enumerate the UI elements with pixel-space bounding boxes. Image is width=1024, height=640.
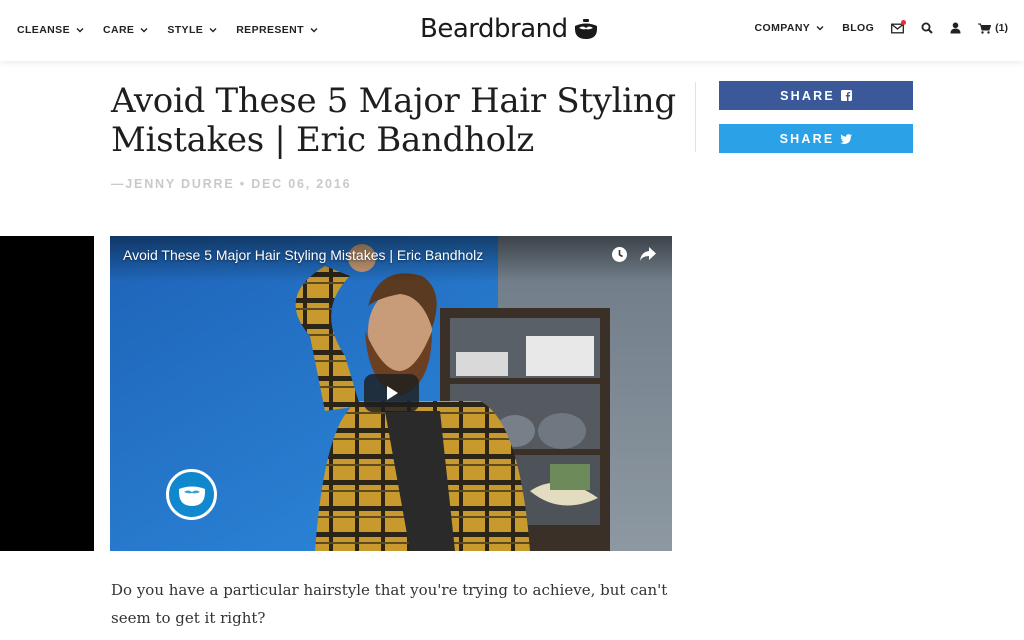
nav-blog-label: BLOG (842, 22, 875, 34)
nav-style-label: STYLE (167, 24, 204, 36)
share-twitter-label: SHARE (779, 131, 835, 146)
brand-badge-icon (166, 469, 217, 520)
search-icon[interactable] (921, 22, 933, 34)
user-icon[interactable] (950, 22, 961, 34)
nav-care[interactable]: CARE (103, 24, 149, 36)
video-player[interactable]: Avoid These 5 Major Hair Styling Mistake… (110, 236, 672, 551)
cart-button[interactable]: (1) (978, 22, 1008, 34)
nav-cleanse[interactable]: CLEANSE (17, 24, 85, 36)
chevron-down-icon (76, 28, 84, 33)
mail-icon[interactable] (891, 19, 907, 34)
share-facebook-button[interactable]: SHARE (719, 81, 913, 110)
chevron-down-icon (209, 28, 217, 33)
article-body-paragraph: Do you have a particular hairstyle that … (111, 581, 668, 627)
site-logo[interactable]: Beardbrand (420, 14, 600, 44)
nav-blog[interactable]: BLOG (842, 22, 874, 34)
share-twitter-button[interactable]: SHARE (719, 124, 913, 153)
logo-text: Beardbrand (420, 14, 568, 44)
notification-dot (901, 19, 907, 25)
share-facebook-label: SHARE (780, 88, 835, 103)
nav-company-label: COMPANY (754, 22, 811, 34)
play-button[interactable] (364, 374, 419, 412)
share-arrow-icon[interactable] (639, 246, 657, 262)
video-side-letterbox (0, 236, 94, 551)
article-byline: —JENNY DURRE • DEC 06, 2016 (111, 177, 352, 191)
nav-represent[interactable]: REPRESENT (236, 24, 319, 36)
site-header: CLEANSE CARE STYLE REPRESENT Beardbrand … (0, 0, 1024, 61)
article-title: Avoid These 5 Major Hair Styling Mistake… (111, 81, 676, 160)
video-title[interactable]: Avoid These 5 Major Hair Styling Mistake… (123, 247, 483, 263)
chevron-down-icon (310, 28, 318, 33)
nav-style[interactable]: STYLE (167, 24, 218, 36)
nav-company[interactable]: COMPANY (755, 22, 826, 34)
cart-icon (978, 23, 992, 34)
play-icon (386, 386, 398, 400)
nav-care-label: CARE (102, 24, 135, 36)
clock-icon[interactable] (611, 246, 628, 263)
mustache-bowl-icon (574, 19, 597, 39)
chevron-down-icon (816, 26, 824, 31)
nav-represent-label: REPRESENT (236, 24, 304, 36)
nav-cleanse-label: CLEANSE (17, 24, 70, 36)
primary-nav: CLEANSE CARE STYLE REPRESENT (17, 24, 319, 36)
vertical-divider (695, 82, 696, 152)
chevron-down-icon (140, 28, 148, 33)
cart-count: (1) (995, 22, 1008, 34)
secondary-nav: COMPANY BLOG (1) (755, 19, 1008, 34)
twitter-icon (840, 133, 853, 144)
facebook-icon (840, 90, 852, 101)
